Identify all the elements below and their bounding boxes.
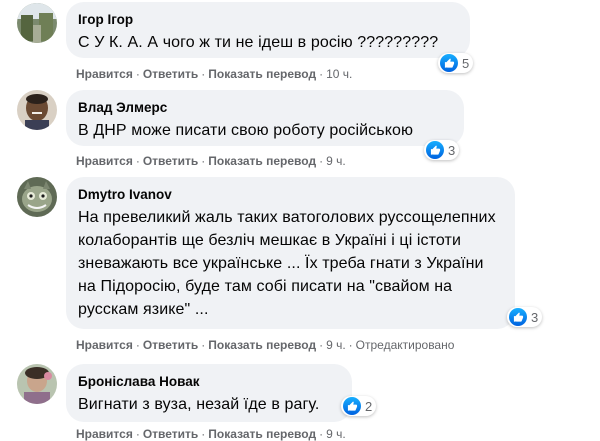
comment-author[interactable]: Dmytro Ivanov	[78, 186, 503, 203]
comment-actions: Нравится · Ответить · Показать перевод · 9 ч.	[76, 154, 346, 168]
comment-bubble: Влад Элмерс В ДНР може писати свою робот…	[66, 90, 464, 146]
comment-text: На превеликий жаль таких ватоголових рус…	[78, 209, 496, 318]
reaction-count[interactable]: 2	[341, 396, 377, 416]
reaction-number: 2	[365, 398, 373, 414]
comment-bubble: Ігор Ігор С У К. А. А чого ж ти не ідеш …	[66, 2, 470, 58]
translate-button[interactable]: Показать перевод	[208, 427, 316, 441]
avatar[interactable]	[17, 177, 57, 217]
comment-time[interactable]: 9 ч.	[326, 427, 346, 441]
thumbs-up-icon	[426, 141, 444, 159]
comment-bubble: Броніслава Новак Вигнати з вуза, незай ї…	[66, 364, 352, 422]
comment-author[interactable]: Броніслава Новак	[78, 373, 340, 390]
comment-actions: Нравится · Ответить · Показать перевод · 9 ч.	[76, 427, 346, 441]
comment-bubble: Dmytro Ivanov На превеликий жаль таких в…	[66, 177, 515, 329]
thumbs-up-icon	[509, 308, 527, 326]
reaction-number: 3	[448, 142, 456, 158]
translate-button[interactable]: Показать перевод	[208, 154, 316, 168]
avatar[interactable]	[17, 364, 57, 404]
comment-text: Вигнати з вуза, незай їде в рагу.	[78, 396, 320, 413]
translate-button[interactable]: Показать перевод	[208, 338, 316, 352]
reaction-count[interactable]: 5	[438, 53, 474, 73]
reply-button[interactable]: Ответить	[143, 338, 198, 352]
reply-button[interactable]: Ответить	[143, 67, 198, 81]
translate-button[interactable]: Показать перевод	[208, 67, 316, 81]
comment-text: С У К. А. А чого ж ти не ідеш в росію ??…	[78, 34, 439, 51]
edited-label[interactable]: Отредактировано	[356, 338, 455, 352]
comment-actions: Нравится · Ответить · Показать перевод · 10 ч.	[76, 67, 353, 81]
reaction-count[interactable]: 3	[507, 307, 543, 327]
comment-time[interactable]: 9 ч.	[326, 338, 346, 352]
comment-text: В ДНР може писати свою роботу російською	[78, 122, 414, 139]
comment-actions: Нравится · Ответить · Показать перевод · 9 ч. ·…	[76, 338, 455, 352]
thumbs-up-icon	[343, 397, 361, 415]
comment-time[interactable]: 10 ч.	[326, 67, 352, 81]
reaction-count[interactable]: 3	[424, 140, 460, 160]
like-button[interactable]: Нравится	[76, 67, 133, 81]
reaction-number: 5	[462, 55, 470, 71]
avatar[interactable]	[17, 3, 57, 43]
comment-time[interactable]: 9 ч.	[326, 154, 346, 168]
comment-author[interactable]: Влад Элмерс	[78, 99, 452, 116]
thumbs-up-icon	[440, 54, 458, 72]
avatar[interactable]	[17, 90, 57, 130]
comment-author[interactable]: Ігор Ігор	[78, 11, 458, 28]
like-button[interactable]: Нравится	[76, 154, 133, 168]
like-button[interactable]: Нравится	[76, 338, 133, 352]
reaction-number: 3	[531, 309, 539, 325]
reply-button[interactable]: Ответить	[143, 427, 198, 441]
like-button[interactable]: Нравится	[76, 427, 133, 441]
reply-button[interactable]: Ответить	[143, 154, 198, 168]
